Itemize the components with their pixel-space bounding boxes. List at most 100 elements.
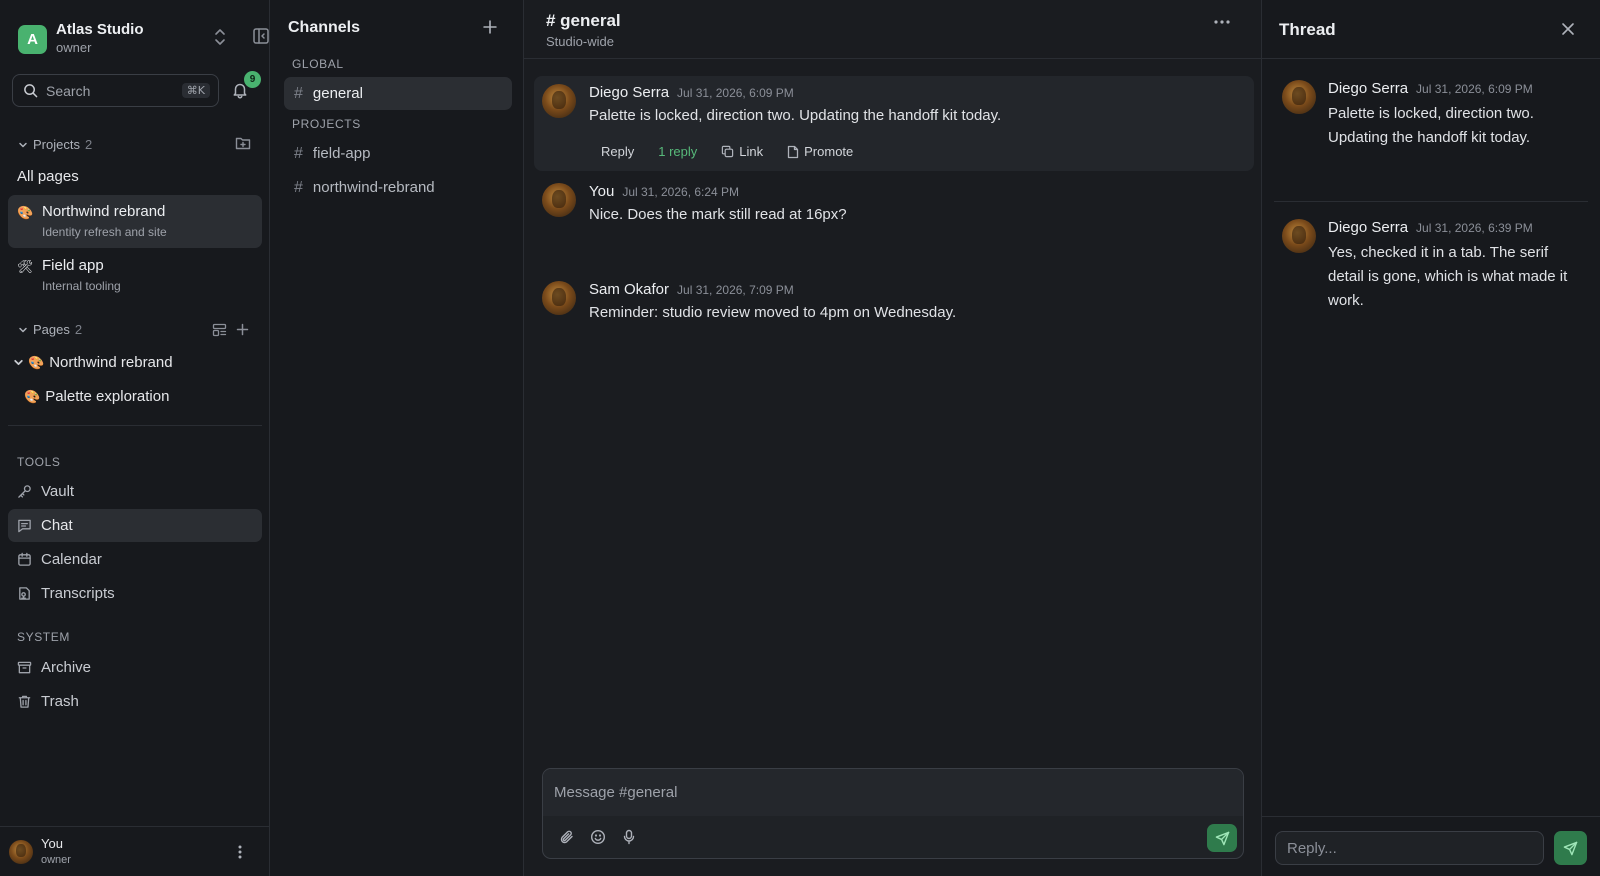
hash-icon: # bbox=[294, 144, 303, 162]
more-horizontal-icon[interactable] bbox=[1214, 20, 1230, 24]
projects-section-toggle[interactable]: Projects 2 bbox=[18, 137, 92, 152]
send-button[interactable] bbox=[1207, 824, 1237, 852]
page-item-palette-exploration[interactable]: 🎨 Palette exploration bbox=[24, 388, 169, 405]
message-input[interactable] bbox=[543, 769, 1243, 816]
hash-icon: # bbox=[294, 178, 303, 196]
projects-section-label: Projects bbox=[33, 137, 80, 152]
channel-name: field-app bbox=[312, 145, 371, 162]
chevron-up-down-icon[interactable] bbox=[213, 28, 227, 46]
pages-count: 2 bbox=[74, 322, 83, 337]
message-author[interactable]: Diego Serra bbox=[1328, 219, 1408, 236]
chevron-down-icon bbox=[18, 140, 28, 150]
chevron-down-icon bbox=[18, 325, 28, 335]
search-label: Search bbox=[46, 82, 91, 99]
send-icon bbox=[1563, 841, 1578, 856]
project-subtitle: Identity refresh and site bbox=[42, 225, 167, 239]
paperclip-icon[interactable] bbox=[559, 829, 575, 845]
message-timestamp: Jul 31, 2026, 6:39 PM bbox=[1416, 221, 1533, 235]
message-timestamp: Jul 31, 2026, 6:09 PM bbox=[677, 86, 794, 100]
sidebar-item-trash[interactable]: Trash bbox=[8, 685, 262, 718]
sidebar: A Atlas Studio owner Search ⌘K 9 Project… bbox=[0, 0, 270, 876]
archive-icon bbox=[17, 660, 41, 675]
chat-icon bbox=[17, 518, 41, 533]
sidebar-item-transcripts[interactable]: Transcripts bbox=[8, 577, 262, 610]
channel-item-general[interactable]: # general bbox=[284, 77, 512, 110]
avatar bbox=[542, 84, 576, 118]
new-folder-icon[interactable] bbox=[235, 136, 251, 150]
thread-panel: Thread Diego Serra Jul 31, 2026, 6:09 PM… bbox=[1262, 0, 1600, 876]
chevron-down-icon[interactable] bbox=[13, 357, 24, 368]
message-author[interactable]: Diego Serra bbox=[589, 84, 669, 101]
page-item-northwind-rebrand[interactable]: 🎨 Northwind rebrand bbox=[13, 354, 173, 371]
channel-name: general bbox=[312, 85, 363, 102]
avatar bbox=[9, 839, 33, 864]
project-subtitle: Internal tooling bbox=[42, 279, 121, 293]
sidebar-item-label: Chat bbox=[41, 517, 73, 534]
add-channel-icon[interactable] bbox=[483, 20, 497, 34]
channel-item-northwind-rebrand[interactable]: # northwind-rebrand bbox=[284, 171, 444, 204]
thread-reply-bar bbox=[1262, 816, 1600, 876]
send-icon bbox=[1215, 831, 1230, 846]
message-body: Yes, checked it in a tab. The serif deta… bbox=[1328, 244, 1568, 309]
message-body: Reminder: studio review moved to 4pm on … bbox=[589, 304, 957, 321]
message-item[interactable]: Sam Okafor Jul 31, 2026, 7:09 PM Reminde… bbox=[534, 273, 1254, 333]
project-title: Field app bbox=[42, 257, 104, 274]
current-user-name: You bbox=[41, 835, 63, 851]
message-author[interactable]: You bbox=[589, 183, 614, 200]
transcript-icon bbox=[17, 586, 41, 601]
add-page-icon[interactable] bbox=[236, 323, 249, 336]
promote-button[interactable]: Promote bbox=[775, 140, 865, 163]
close-icon[interactable] bbox=[1561, 22, 1575, 36]
message-author[interactable]: Diego Serra bbox=[1328, 80, 1408, 97]
workspace-logo: A bbox=[18, 24, 47, 54]
thread-send-button[interactable] bbox=[1554, 831, 1587, 865]
channel-item-field-app[interactable]: # field-app bbox=[284, 137, 512, 170]
reply-button[interactable]: Reply bbox=[589, 140, 646, 163]
message-item[interactable]: Diego Serra Jul 31, 2026, 6:09 PM Palett… bbox=[534, 76, 1254, 171]
sidebar-item-vault[interactable]: Vault bbox=[8, 475, 262, 508]
message-body: Nice. Does the mark still read at 16px? bbox=[589, 206, 847, 223]
sidebar-collapse-icon[interactable] bbox=[252, 27, 270, 45]
thread-title: Thread bbox=[1279, 20, 1336, 39]
message-item[interactable]: You Jul 31, 2026, 6:24 PM Nice. Does the… bbox=[534, 175, 1254, 235]
replies-count-button[interactable]: 1 reply bbox=[646, 140, 709, 163]
all-pages-link[interactable]: All pages bbox=[17, 168, 79, 185]
channels-title: Channels bbox=[288, 19, 361, 36]
message-author[interactable]: Sam Okafor bbox=[589, 281, 669, 298]
current-user-role: owner bbox=[41, 853, 71, 866]
search-button[interactable]: Search ⌘K bbox=[12, 74, 219, 107]
sidebar-item-calendar[interactable]: Calendar bbox=[8, 543, 262, 576]
more-vertical-icon[interactable] bbox=[238, 844, 242, 860]
search-icon bbox=[23, 83, 38, 98]
projects-count: 2 bbox=[84, 137, 93, 152]
project-item-northwind-rebrand[interactable]: 🎨 Northwind rebrand Identity refresh and… bbox=[8, 195, 262, 248]
sidebar-item-label: Vault bbox=[41, 483, 75, 500]
workspace-switcher[interactable]: A Atlas Studio owner bbox=[18, 21, 269, 56]
emoji-icon[interactable] bbox=[590, 829, 606, 845]
tools-section-label: TOOLS bbox=[17, 455, 61, 469]
message-timestamp: Jul 31, 2026, 6:09 PM bbox=[1416, 82, 1533, 96]
tools-icon: 🛠 bbox=[17, 259, 34, 274]
channel-title: # general bbox=[546, 11, 621, 30]
palette-icon: 🎨 bbox=[24, 388, 41, 404]
avatar bbox=[1282, 219, 1316, 253]
avatar bbox=[542, 281, 576, 315]
message-timestamp: Jul 31, 2026, 6:24 PM bbox=[622, 185, 740, 199]
sidebar-item-label: Transcripts bbox=[41, 585, 115, 602]
copy-link-button[interactable]: Link bbox=[709, 140, 775, 163]
thread-divider bbox=[1274, 201, 1588, 202]
sidebar-item-chat[interactable]: Chat bbox=[8, 509, 262, 542]
sidebar-item-archive[interactable]: Archive bbox=[8, 651, 262, 684]
microphone-icon[interactable] bbox=[622, 829, 636, 845]
message-composer bbox=[542, 768, 1244, 859]
thread-message: Diego Serra Jul 31, 2026, 6:09 PM Palett… bbox=[1282, 80, 1582, 180]
current-user[interactable]: You owner bbox=[0, 826, 270, 876]
project-item-field-app[interactable]: 🛠 Field app Internal tooling bbox=[8, 249, 262, 302]
channels-panel: Channels GLOBAL # general PROJECTS # fie… bbox=[270, 0, 524, 876]
template-icon[interactable] bbox=[212, 323, 227, 337]
thread-reply-input[interactable] bbox=[1275, 831, 1544, 865]
message-body: Palette is locked, direction two. Updati… bbox=[1328, 105, 1534, 146]
message-actions: Reply 1 reply Link Promote bbox=[589, 140, 865, 163]
palette-icon: 🎨 bbox=[17, 205, 34, 220]
pages-section-toggle[interactable]: Pages 2 bbox=[18, 322, 82, 337]
